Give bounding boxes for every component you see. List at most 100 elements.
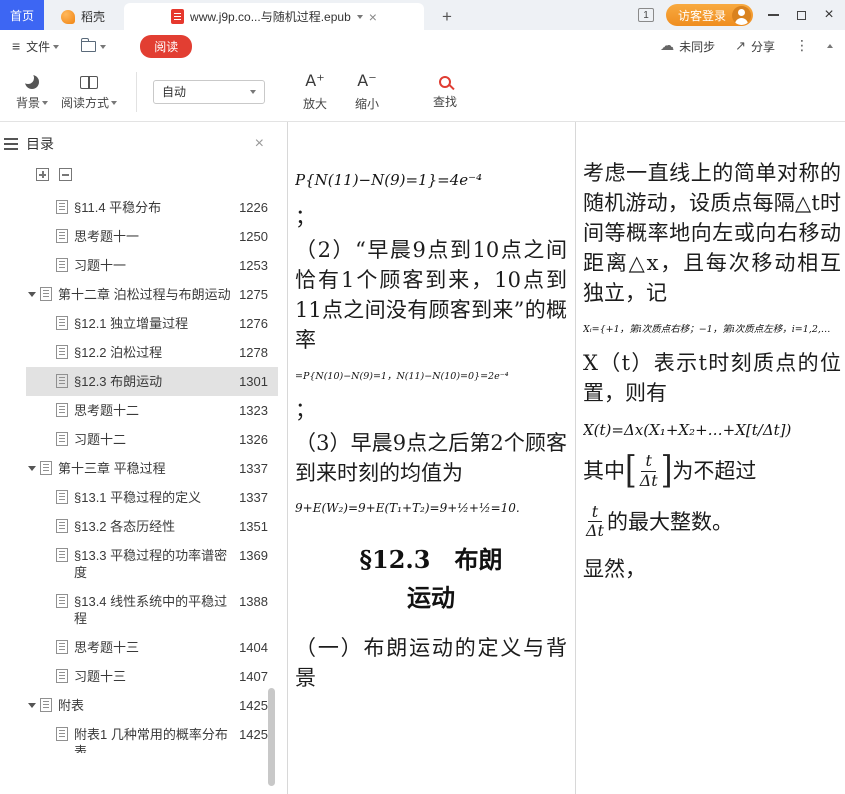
toc-panel-title: 目录: [26, 134, 54, 154]
find-label: 查找: [433, 93, 457, 110]
page-icon: [40, 287, 52, 301]
toc-item[interactable]: 习题十二1326: [26, 425, 278, 454]
file-menu[interactable]: 文件: [26, 38, 59, 55]
formula: P{N(11)−N(9)=1}=4e⁻⁴: [295, 171, 567, 189]
toc-item[interactable]: §12.3 布朗运动1301: [26, 367, 278, 396]
more-menu-icon[interactable]: ⋮: [795, 38, 809, 54]
bracket-open: [: [625, 453, 637, 491]
body-area: 目录 × §11.4 平稳分布1226思考题十一1250习题十一1253第十二章…: [0, 122, 845, 794]
toc-item-label: §13.3 平稳过程的功率谱密度: [74, 547, 231, 581]
paragraph: 显然，: [583, 554, 841, 584]
toc-item-label: §13.2 各态历经性: [74, 518, 231, 535]
docer-shell-icon: [61, 10, 75, 24]
formula: Xᵢ={+1，第i次质点右移；−1，第i次质点左移，i=1,2,…: [583, 321, 841, 335]
paragraph: 考虑一直线上的简单对称的随机游动，设质点每隔△t时间等概率地向左或向右移动距离△…: [583, 158, 841, 308]
toc-list: §11.4 平稳分布1226思考题十一1250习题十一1253第十二章 泊松过程…: [0, 193, 278, 753]
toc-panel-icon[interactable]: [4, 138, 18, 150]
toc-item-label: 附表: [58, 697, 231, 714]
toc-item[interactable]: §13.3 平稳过程的功率谱密度1369: [26, 541, 278, 587]
fraction: tΔt: [640, 453, 658, 490]
fraction-denominator: Δt: [586, 522, 604, 540]
reading-mode-button[interactable]: 阅读方式: [58, 65, 120, 119]
toc-item[interactable]: §11.4 平稳分布1226: [26, 193, 278, 222]
paragraph: ；: [295, 202, 567, 232]
page-icon: [56, 594, 68, 608]
tab-home[interactable]: 首页: [0, 0, 44, 30]
toc-item-page: 1337: [239, 489, 268, 506]
toc-item[interactable]: 习题十三1407: [26, 662, 278, 691]
column-divider: [287, 122, 288, 794]
fraction-numerator: t: [588, 504, 602, 523]
page-icon: [40, 461, 52, 475]
zoom-out-label: 缩小: [355, 95, 379, 112]
toc-close-icon[interactable]: ×: [255, 136, 264, 152]
close-button[interactable]: ×: [821, 0, 837, 30]
window-count-badge[interactable]: 1: [638, 8, 654, 22]
toc-item[interactable]: 第十三章 平稳过程1337: [26, 454, 278, 483]
epub-file-icon: [171, 9, 184, 24]
toc-item[interactable]: §12.1 独立增量过程1276: [26, 309, 278, 338]
find-button[interactable]: 查找: [419, 65, 471, 119]
toc-item-label: §13.1 平稳过程的定义: [74, 489, 231, 506]
new-tab-button[interactable]: +: [434, 3, 460, 30]
page-icon: [56, 229, 68, 243]
zoom-in-label: 放大: [303, 95, 327, 112]
main-menu-icon[interactable]: ≡: [12, 38, 20, 54]
zoom-out-button[interactable]: A⁻ 缩小: [341, 65, 393, 119]
background-label: 背景: [16, 94, 40, 111]
column-divider: [575, 122, 576, 794]
login-button[interactable]: 访客登录: [666, 4, 753, 26]
tab-dropdown-caret-icon[interactable]: [357, 15, 363, 22]
zoom-in-button[interactable]: A⁺ 放大: [289, 65, 341, 119]
toc-item[interactable]: 思考题十一1250: [26, 222, 278, 251]
toc-item[interactable]: 第十二章 泊松过程与布朗运动1275: [26, 280, 278, 309]
toc-item[interactable]: §13.2 各态历经性1351: [26, 512, 278, 541]
toc-item[interactable]: 思考题十二1323: [26, 396, 278, 425]
toc-item[interactable]: §12.2 泊松过程1278: [26, 338, 278, 367]
zoom-level-value: 自动: [162, 83, 186, 100]
collapse-all-icon[interactable]: [59, 168, 72, 181]
collapse-ribbon-icon[interactable]: [827, 41, 833, 48]
toc-item-label: 第十三章 平稳过程: [58, 460, 231, 477]
read-mode-badge[interactable]: 阅读: [140, 35, 192, 58]
page-icon: [56, 519, 68, 533]
toc-item[interactable]: §13.4 线性系统中的平稳过程1388: [26, 587, 278, 633]
reading-area[interactable]: P{N(11)−N(9)=1}=4e⁻⁴；（2）“早晨9点到10点之间恰有1个顾…: [278, 122, 845, 794]
titlebar-right-group: 1 访客登录 ×: [638, 0, 845, 30]
tab-document[interactable]: www.j9p.co...与随机过程.epub ×: [124, 3, 424, 30]
collapse-triangle-icon[interactable]: [28, 292, 36, 301]
zoom-level-select[interactable]: 自动: [153, 80, 265, 104]
maximize-icon: [797, 11, 806, 20]
bracket-close: ]: [661, 453, 673, 491]
toc-item-label: 习题十二: [74, 431, 231, 448]
toc-item[interactable]: 思考题十三 1404: [26, 633, 278, 662]
toc-item[interactable]: 习题十一1253: [26, 251, 278, 280]
toc-item-label: 思考题十三: [74, 639, 231, 656]
expand-all-icon[interactable]: [36, 168, 49, 181]
open-file-button[interactable]: [81, 41, 106, 52]
fraction-numerator: t: [641, 453, 655, 472]
reading-toolbar: 背景 阅读方式 自动 A⁺ 放大 A⁻ 缩小 查找: [0, 62, 845, 122]
share-icon: ↗: [735, 39, 746, 54]
toc-item-page: 1404: [239, 639, 268, 656]
document-tab-title: www.j9p.co...与随机过程.epub: [190, 8, 351, 25]
moon-background-icon: [25, 75, 39, 89]
toc-item-page: 1323: [239, 402, 268, 419]
paragraph: 其中[tΔt]为不超过: [583, 453, 841, 490]
background-button[interactable]: 背景: [6, 65, 58, 119]
maximize-button[interactable]: [793, 0, 809, 30]
toc-item[interactable]: 附表1 几种常用的概率分布表1425: [26, 720, 278, 753]
tab-docer[interactable]: 稻壳: [44, 3, 122, 30]
share-button[interactable]: ↗ 分享: [735, 38, 775, 55]
toc-scrollbar-thumb[interactable]: [268, 688, 275, 786]
toc-item[interactable]: 附表1425: [26, 691, 278, 720]
collapse-triangle-icon[interactable]: [28, 466, 36, 475]
collapse-triangle-icon[interactable]: [28, 703, 36, 712]
open-caret-icon: [100, 45, 106, 52]
tab-docer-label: 稻壳: [81, 8, 105, 25]
tab-close-icon[interactable]: ×: [369, 10, 377, 24]
minimize-button[interactable]: [765, 0, 781, 30]
toc-item[interactable]: §13.1 平稳过程的定义 1337: [26, 483, 278, 512]
formula: 9+E(W₂)=9+E(T₁+T₂)=9+½+½=10.: [295, 501, 567, 515]
sync-status[interactable]: ☁ 未同步: [660, 38, 715, 55]
